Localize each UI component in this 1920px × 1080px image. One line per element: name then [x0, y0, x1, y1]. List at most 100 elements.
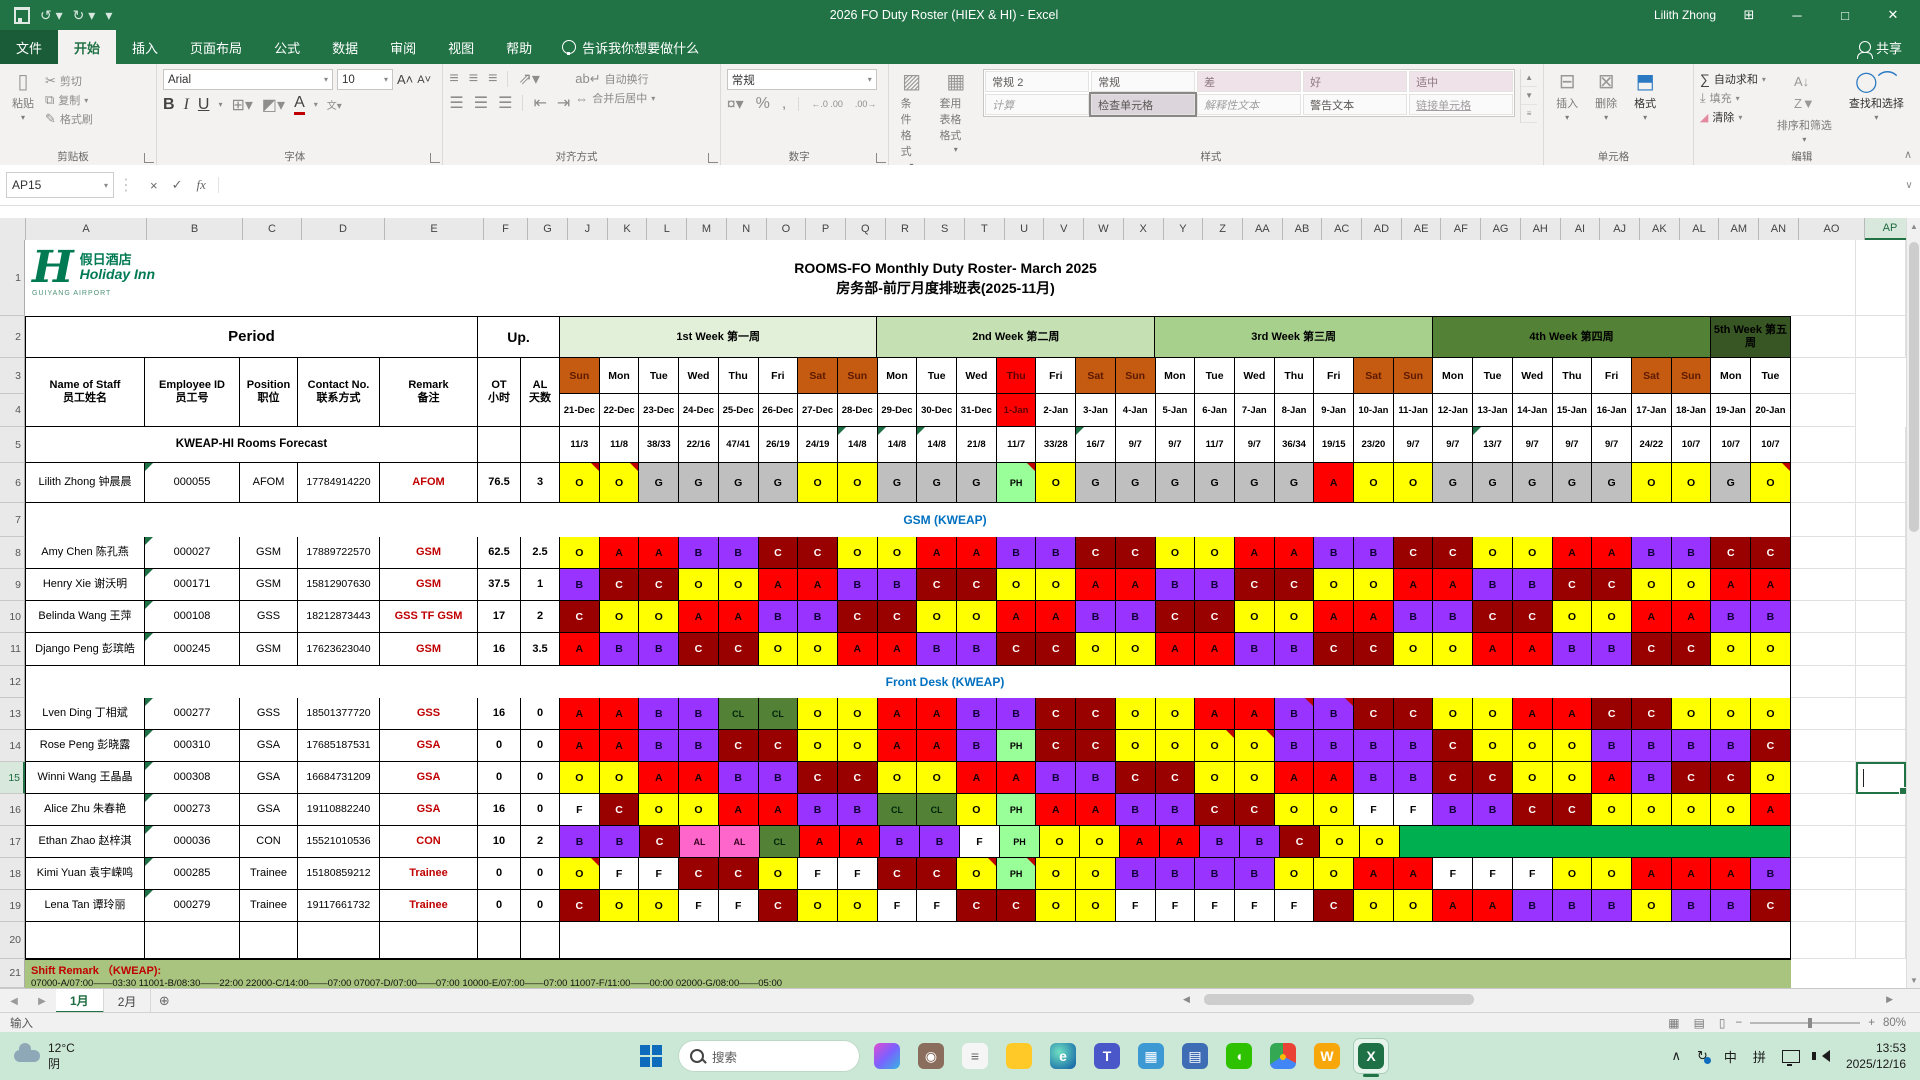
shift-cell[interactable]: C [758, 890, 799, 922]
store-icon[interactable]: ▦ [1134, 1039, 1168, 1073]
shift-cell[interactable]: G [758, 463, 799, 503]
forecast-cell[interactable]: 10/7 [1671, 427, 1712, 463]
staff-name[interactable]: Ethan Zhao 赵梓淇 [25, 826, 145, 858]
shift-cell[interactable]: C [1393, 537, 1434, 569]
shift-cell[interactable]: O [1314, 794, 1355, 826]
forecast-cell[interactable]: 36/34 [1274, 427, 1315, 463]
shift-cell[interactable]: C [1036, 730, 1077, 762]
staff-position[interactable]: GSS [240, 601, 298, 633]
period-header[interactable]: Period [25, 316, 478, 358]
staff-al[interactable]: 3 [521, 463, 560, 503]
zoom-out-icon[interactable]: − [1736, 1017, 1743, 1029]
day-name-cell[interactable]: Mon [1155, 358, 1196, 394]
staff-remark[interactable]: GSM [380, 569, 478, 601]
staff-al[interactable]: 2 [521, 601, 560, 633]
date-cell[interactable]: 18-Jan [1671, 394, 1712, 427]
forecast-cell[interactable]: 9/7 [1433, 427, 1474, 463]
shift-cell[interactable]: O [1552, 730, 1593, 762]
merge-center-button[interactable]: ⇔ 合并后居中 ▾ [575, 90, 655, 106]
shift-cell[interactable]: A [679, 762, 719, 794]
shift-cell[interactable]: O [1076, 633, 1116, 666]
notes-icon[interactable]: ≡ [958, 1039, 992, 1073]
chrome-icon[interactable]: ● [1266, 1039, 1300, 1073]
cell-ap[interactable] [1856, 537, 1906, 569]
accounting-format-icon[interactable]: ¤▾ [727, 94, 744, 114]
shift-cell[interactable]: O [1631, 794, 1672, 826]
shift-cell[interactable]: B [1195, 569, 1235, 601]
italic-button[interactable]: I [184, 96, 189, 114]
display-icon[interactable] [1781, 1049, 1800, 1066]
number-format-combo[interactable]: 常规 ▾ [726, 69, 877, 90]
column-header-N[interactable]: N [726, 218, 767, 240]
decrease-indent-icon[interactable]: ⇤ [533, 93, 546, 113]
shift-cell[interactable]: B [1473, 794, 1513, 826]
staff-remark[interactable]: CON [380, 826, 478, 858]
shift-cell[interactable]: O [837, 537, 878, 569]
empty-cell[interactable] [240, 922, 298, 959]
shift-cell[interactable]: A [837, 633, 878, 666]
staff-ot[interactable]: 0 [478, 890, 521, 922]
shift-cell[interactable]: A [1671, 858, 1712, 890]
shift-cell[interactable]: A [599, 698, 640, 730]
staff-remark[interactable]: GSM [380, 633, 478, 666]
close-icon[interactable]: ✕ [1878, 7, 1908, 23]
shift-cell[interactable]: C [1512, 794, 1553, 826]
date-cell[interactable]: 20-Jan [1751, 394, 1791, 427]
day-name-cell[interactable]: Sun [1393, 358, 1434, 394]
wechat-icon[interactable]: ◖ [1222, 1039, 1256, 1073]
shift-cell[interactable]: B [798, 601, 838, 633]
number-dialog-launcher[interactable] [875, 153, 886, 163]
week-band[interactable]: 2nd Week 第二周 [877, 316, 1156, 358]
forecast-cell[interactable]: 9/7 [1234, 427, 1275, 463]
shift-cell[interactable]: O [1592, 601, 1632, 633]
phonetic-icon[interactable]: 文▾ [327, 97, 342, 112]
cell-ao[interactable] [1791, 427, 1856, 463]
shift-cell[interactable]: C [996, 890, 1037, 922]
shift-cell[interactable]: C [1274, 569, 1315, 601]
staff-ot[interactable]: 16 [478, 698, 521, 730]
staff-position[interactable]: GSM [240, 537, 298, 569]
forecast-cell[interactable]: 24/19 [798, 427, 838, 463]
column-header-Y[interactable]: Y [1163, 218, 1204, 240]
staff-name[interactable]: Winni Wang 王晶晶 [25, 762, 145, 794]
volume-icon[interactable] [1811, 1050, 1830, 1062]
staff-contact[interactable]: 17685187531 [298, 730, 380, 762]
shift-cell[interactable]: B [1234, 858, 1275, 890]
format-cells-button[interactable]: ⬒ 格式 ▾ [1628, 69, 1662, 124]
shift-cell[interactable]: B [1751, 858, 1791, 890]
cell-ao[interactable] [1791, 762, 1856, 794]
shift-cell[interactable]: A [800, 826, 840, 858]
column-header-W[interactable]: W [1084, 218, 1124, 240]
staff-al[interactable]: 1 [521, 569, 560, 601]
shift-cell[interactable]: C [1631, 698, 1672, 730]
staff-position[interactable]: GSS [240, 698, 298, 730]
shift-cell[interactable]: C [1234, 794, 1275, 826]
staff-name[interactable]: Henry Xie 谢沃明 [25, 569, 145, 601]
date-cell[interactable]: 11-Jan [1393, 394, 1434, 427]
shift-cell[interactable]: O [1512, 730, 1553, 762]
row-header-1[interactable]: 1 [0, 240, 25, 316]
shift-cell[interactable]: O [718, 569, 759, 601]
taskbar-search[interactable]: 搜索 [678, 1040, 860, 1072]
column-title-4[interactable]: Remark 备注 [380, 358, 478, 427]
shift-cell[interactable]: B [1631, 537, 1672, 569]
shift-cell[interactable]: B [1592, 633, 1632, 666]
column-header-AB[interactable]: AB [1282, 218, 1323, 240]
cell-ap[interactable] [1856, 633, 1906, 666]
day-name-cell[interactable]: Wed [957, 358, 997, 394]
shift-cell[interactable]: A [1592, 537, 1632, 569]
date-cell[interactable]: 21-Dec [560, 394, 600, 427]
shift-cell[interactable]: A [917, 698, 958, 730]
shift-cell[interactable]: B [1036, 537, 1077, 569]
ribbon-tab-视图[interactable]: 视图 [432, 30, 490, 64]
grow-font-icon[interactable]: A˄ [397, 72, 413, 87]
shift-cell[interactable]: A [639, 762, 680, 794]
section-left[interactable] [25, 503, 560, 537]
staff-al[interactable]: 2.5 [521, 537, 560, 569]
column-header-AM[interactable]: AM [1719, 218, 1760, 240]
forecast-cell[interactable]: 21/8 [957, 427, 997, 463]
shift-cell[interactable]: AL [720, 826, 760, 858]
day-name-cell[interactable]: Fri [1036, 358, 1077, 394]
empty-day-band[interactable] [560, 922, 1791, 959]
sheet-tab-2月[interactable]: 2月 [103, 989, 152, 1013]
